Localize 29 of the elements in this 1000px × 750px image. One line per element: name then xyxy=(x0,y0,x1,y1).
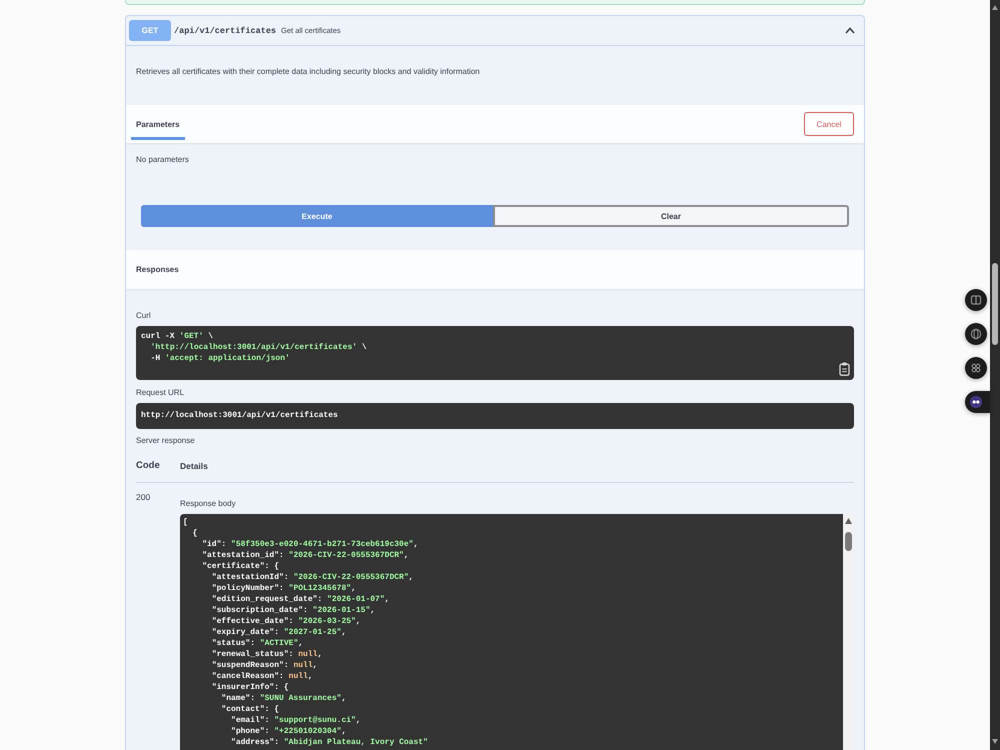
status-code: 200 xyxy=(136,491,152,504)
method-badge: GET xyxy=(129,20,171,41)
scrollbar-thumb[interactable] xyxy=(845,532,852,551)
parameters-tab[interactable]: Parameters xyxy=(131,105,185,140)
curl-command: curl -X 'GET' \ 'http://localhost:3001/api/v1/certificates' \ -H 'accept: application/json' xyxy=(141,331,368,364)
server-response-label: Server response xyxy=(136,435,196,447)
grid-icon[interactable] xyxy=(965,357,987,379)
arrow-up-icon[interactable] xyxy=(992,5,998,10)
clear-button[interactable]: Clear xyxy=(493,205,849,227)
bot-face-icon[interactable] xyxy=(965,391,990,413)
operation-description: Retrieves all certificates with their complete data including security blocks and validity information xyxy=(135,66,481,78)
response-body-label: Response body xyxy=(180,498,237,510)
scrollbar-thumb[interactable] xyxy=(992,263,998,345)
column-header: Code xyxy=(136,460,161,472)
column-header: Details xyxy=(180,460,208,472)
response-body-code: [ { "id": "58f350e3-e020-4671-b271-73ceb619c30e", "attestation_id": "2026-CIV-22-0555367DCR", "certificate": { "attestationId": "2026-CIV-22-0555367DCR", "policyNumber": "POL12345678", "edition_request_date": "2026-01-07", "subscription_date": "2026-01-15", "effective_date": "2026-03-25", "expiry_date": "2027-01-25", "status": "ACTIVE", "renewal_status": null, "suspendReason": null, "cancelReason": null, "insurerInfo": { "name": "SUNU Assurances", "contact": { "email": "support@sunu.ci", "phone": "+22501020304", "address": "Abidjan Plateau, Ivory Coast" xyxy=(180,514,843,750)
endpoint-path: /api/v1/certificates xyxy=(174,26,276,36)
globe-icon[interactable] xyxy=(965,323,987,345)
request-url: http://localhost:3001/api/v1/certificates xyxy=(136,403,854,429)
clipboard-icon[interactable] xyxy=(839,362,850,376)
arrow-down-icon[interactable] xyxy=(992,739,998,744)
columns-icon[interactable] xyxy=(965,289,987,311)
chevron-up-icon[interactable] xyxy=(845,27,855,34)
section-title: Responses xyxy=(136,265,179,274)
arrow-up-icon[interactable] xyxy=(845,518,852,524)
request-url-label: Request URL xyxy=(136,387,186,399)
empty-parameters-message: No parameters xyxy=(135,154,190,166)
cancel-button[interactable]: Cancel xyxy=(804,112,854,136)
curl-label: Curl xyxy=(136,310,152,322)
